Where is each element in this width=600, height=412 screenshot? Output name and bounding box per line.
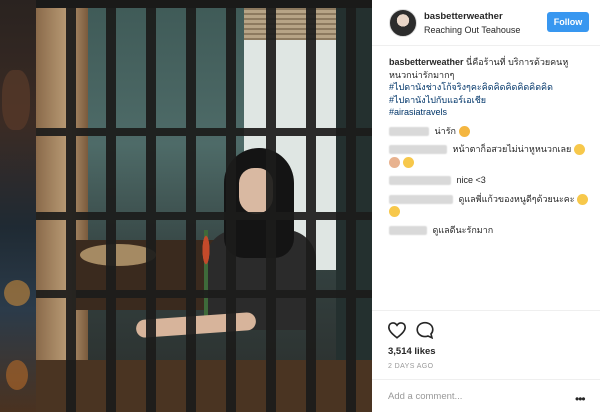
blurred-username[interactable] xyxy=(389,194,453,204)
post-caption: basbetterweather นี่คือร้านที่ บริการด้ว… xyxy=(389,56,589,119)
hashtag-link[interactable]: #ไปดานังช่างโก้จริงๆคะคิดคิดคิดคิดคิดคิด xyxy=(389,81,589,94)
smile-emoji-icon xyxy=(402,156,414,168)
photo-window-bars xyxy=(36,0,372,412)
post-username[interactable]: basbetterweather xyxy=(424,11,503,22)
comment-text: ดูแลดีนะรักมาก xyxy=(432,224,494,235)
comment-icon[interactable] xyxy=(415,321,435,339)
photo-frame xyxy=(36,0,372,8)
blurred-username[interactable] xyxy=(389,126,429,136)
more-options-icon[interactable]: ••• xyxy=(575,392,586,406)
comment-item: ดูแลพี่แก้วของหนูดีๆด้วยนะคะ xyxy=(389,193,589,218)
backdrop-blur-shape xyxy=(4,280,30,306)
hashtag-link[interactable]: #ไปดานังไปกับแอร์เอเชีย xyxy=(389,94,589,107)
post-header: basbetterweather Reaching Out Teahouse F… xyxy=(372,0,600,46)
backdrop-blur-shape xyxy=(2,70,30,130)
comment-item: หน้าตาก็อสวยไม่น่าหูหนวกเลย xyxy=(389,143,589,168)
comment-item: ดูแลดีนะรักมาก xyxy=(389,224,589,237)
comment-input[interactable] xyxy=(388,391,558,402)
post-photo[interactable] xyxy=(36,0,372,412)
wink-emoji-icon xyxy=(573,144,585,156)
add-comment-bar: ••• xyxy=(372,379,600,412)
post-timestamp: 2 DAYS AGO xyxy=(388,363,434,370)
blurred-username[interactable] xyxy=(389,176,451,186)
blurred-username[interactable] xyxy=(389,225,427,235)
post-location[interactable]: Reaching Out Teahouse xyxy=(424,25,520,35)
backdrop-blur-shape xyxy=(6,360,28,390)
face-emoji-icon xyxy=(389,156,400,168)
comment-text: หน้าตาก็อสวยไม่น่าหูหนวกเลย xyxy=(452,144,572,154)
post-side-panel: basbetterweather Reaching Out Teahouse F… xyxy=(372,0,600,412)
comment-text: ดูแลพี่แก้วของหนูดีๆด้วยนะคะ xyxy=(458,193,575,204)
blurred-username[interactable] xyxy=(389,145,447,155)
comment-item: น่ารัก xyxy=(389,125,589,138)
wink-emoji-icon xyxy=(577,193,589,205)
follow-button[interactable]: Follow xyxy=(547,12,589,32)
wink-emoji-icon xyxy=(389,206,400,218)
likes-count[interactable]: 3,514 likes xyxy=(388,346,436,357)
comments-list: basbetterweather นี่คือร้านที่ บริการด้ว… xyxy=(389,56,589,236)
post-actions: 3,514 likes 2 DAYS AGO ••• xyxy=(372,310,600,412)
modal-backdrop[interactable] xyxy=(0,0,36,412)
heart-icon[interactable] xyxy=(387,321,407,339)
comment-text: nice <3 xyxy=(456,175,486,185)
avatar[interactable] xyxy=(389,9,417,37)
heart-eyes-emoji-icon xyxy=(458,125,470,137)
comment-text: น่ารัก xyxy=(434,125,457,136)
hashtag-link[interactable]: #airasiatravels xyxy=(389,106,589,119)
caption-username[interactable]: basbetterweather xyxy=(389,57,464,67)
comment-item: nice <3 xyxy=(389,174,589,187)
